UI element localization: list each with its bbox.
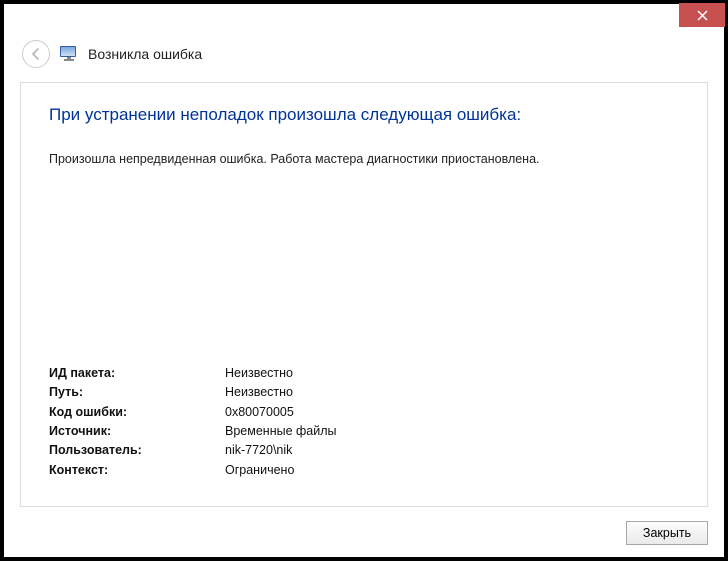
content-area: При устранении неполадок произошла следу…	[20, 82, 708, 507]
error-message: Произошла непредвиденная ошибка. Работа …	[49, 151, 679, 169]
detail-row: Источник: Временные файлы	[49, 422, 679, 441]
detail-value: Неизвестно	[225, 364, 293, 383]
detail-label: Пользователь:	[49, 441, 225, 460]
titlebar	[4, 4, 724, 34]
troubleshooter-icon	[60, 46, 78, 62]
detail-row: ИД пакета: Неизвестно	[49, 364, 679, 383]
back-button[interactable]	[22, 40, 50, 68]
detail-label: Контекст:	[49, 461, 225, 480]
troubleshooter-window: Возникла ошибка При устранении неполадок…	[0, 0, 728, 561]
detail-label: Код ошибки:	[49, 403, 225, 422]
detail-row: Контекст: Ограничено	[49, 461, 679, 480]
close-button[interactable]: Закрыть	[626, 521, 708, 545]
error-details: ИД пакета: Неизвестно Путь: Неизвестно К…	[49, 364, 679, 480]
detail-value: 0x80070005	[225, 403, 294, 422]
window-close-button[interactable]	[679, 3, 725, 27]
detail-row: Путь: Неизвестно	[49, 383, 679, 402]
detail-label: ИД пакета:	[49, 364, 225, 383]
error-heading: При устранении неполадок произошла следу…	[49, 105, 679, 125]
detail-label: Источник:	[49, 422, 225, 441]
detail-label: Путь:	[49, 383, 225, 402]
detail-value: nik-7720\nik	[225, 441, 292, 460]
arrow-left-icon	[29, 47, 43, 61]
detail-row: Пользователь: nik-7720\nik	[49, 441, 679, 460]
header: Возникла ошибка	[4, 34, 724, 82]
detail-value: Временные файлы	[225, 422, 337, 441]
detail-value: Ограничено	[225, 461, 294, 480]
footer: Закрыть	[4, 515, 724, 557]
detail-value: Неизвестно	[225, 383, 293, 402]
window-title: Возникла ошибка	[88, 46, 202, 62]
detail-row: Код ошибки: 0x80070005	[49, 403, 679, 422]
close-icon	[697, 10, 708, 21]
